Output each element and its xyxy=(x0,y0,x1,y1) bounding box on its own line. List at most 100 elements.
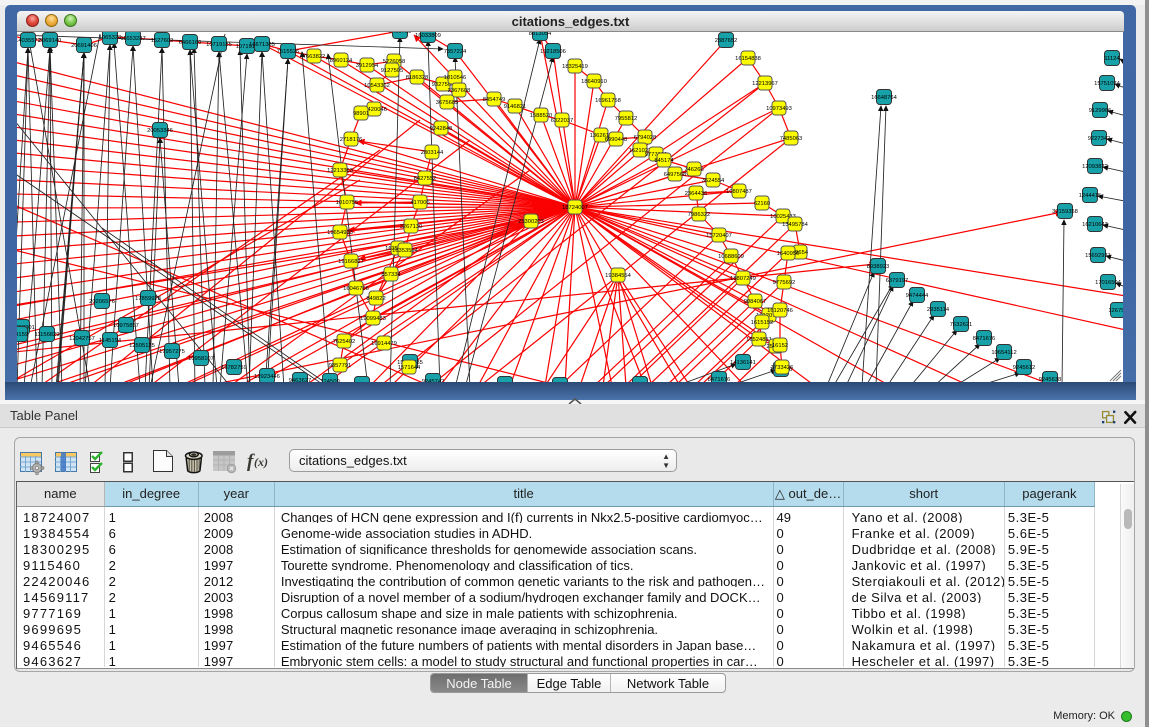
svg-text:8427552: 8427552 xyxy=(414,176,437,182)
svg-text:10958107: 10958107 xyxy=(188,356,214,362)
svg-text:2364436: 2364436 xyxy=(685,191,708,197)
svg-text:126753: 126753 xyxy=(1108,308,1123,314)
svg-text:8471676: 8471676 xyxy=(973,336,996,342)
svg-text:39159: 39159 xyxy=(17,332,28,338)
svg-text:15720407: 15720407 xyxy=(706,233,732,239)
svg-text:10543362: 10543362 xyxy=(364,83,390,89)
svg-text:7986322: 7986322 xyxy=(688,212,711,218)
svg-text:18807249: 18807249 xyxy=(730,276,756,282)
svg-text:7515526: 7515526 xyxy=(277,49,300,55)
svg-text:9857791: 9857791 xyxy=(329,363,352,369)
svg-text:10975857: 10975857 xyxy=(113,323,139,329)
svg-text:16782759: 16782759 xyxy=(221,365,247,371)
svg-text:9775692: 9775692 xyxy=(773,280,796,286)
svg-text:7485063: 7485063 xyxy=(780,136,803,142)
svg-text:746266: 746266 xyxy=(684,167,703,173)
svg-text:19099483: 19099483 xyxy=(360,316,386,322)
svg-text:16353594: 16353594 xyxy=(392,248,419,254)
svg-text:2803144: 2803144 xyxy=(421,150,444,156)
svg-text:3267130: 3267130 xyxy=(400,224,423,230)
svg-text:2935114: 2935114 xyxy=(927,307,950,313)
svg-text:19654923: 19654923 xyxy=(327,230,353,236)
svg-text:16961758: 16961758 xyxy=(595,98,621,104)
svg-text:17859928: 17859928 xyxy=(135,296,161,302)
svg-text:13495784: 13495784 xyxy=(782,222,809,228)
svg-text:2718176: 2718176 xyxy=(340,137,363,143)
svg-text:1615152: 1615152 xyxy=(751,320,774,326)
svg-text:1733426: 1733426 xyxy=(771,365,794,371)
svg-text:32159358: 32159358 xyxy=(1052,209,1078,215)
svg-text:1010755: 1010755 xyxy=(336,200,359,206)
svg-text:18640910: 18640910 xyxy=(581,79,607,85)
svg-text:15751074: 15751074 xyxy=(1094,81,1121,87)
svg-text:7357224: 7357224 xyxy=(444,49,467,55)
svg-text:25300203: 25300203 xyxy=(518,219,544,225)
svg-text:9129966: 9129966 xyxy=(1089,108,1112,114)
svg-text:12093872: 12093872 xyxy=(1082,164,1108,170)
svg-text:10973493: 10973493 xyxy=(766,106,792,112)
svg-text:12213363: 12213363 xyxy=(327,168,353,174)
svg-text:12213967: 12213967 xyxy=(752,81,778,87)
svg-text:857334: 857334 xyxy=(381,272,401,278)
svg-text:20053346: 20053346 xyxy=(147,128,173,134)
svg-text:9127505: 9127505 xyxy=(381,68,404,74)
svg-text:7663822: 7663822 xyxy=(303,54,326,60)
svg-text:1527602: 1527602 xyxy=(151,38,174,44)
svg-text:16648764: 16648764 xyxy=(871,95,898,101)
svg-text:10719185: 10719185 xyxy=(206,42,232,48)
svg-text:98901: 98901 xyxy=(353,111,369,117)
svg-text:2367608: 2367608 xyxy=(448,88,471,94)
svg-text:14136141: 14136141 xyxy=(730,360,756,366)
svg-text:9245612: 9245612 xyxy=(1013,365,1036,371)
svg-text:19166827: 19166827 xyxy=(338,259,364,265)
svg-text:10688609: 10688609 xyxy=(718,254,744,260)
svg-text:1640956: 1640956 xyxy=(777,251,800,257)
svg-text:417006: 417006 xyxy=(410,200,429,206)
svg-text:3675685: 3675685 xyxy=(436,100,459,106)
svg-text:1065328: 1065328 xyxy=(99,35,122,41)
svg-text:6497568: 6497568 xyxy=(664,172,687,178)
svg-text:6794028: 6794028 xyxy=(634,135,657,141)
svg-text:8960124: 8960124 xyxy=(330,58,353,64)
svg-text:10654112: 10654112 xyxy=(991,350,1016,356)
svg-text:15692971: 15692971 xyxy=(1085,253,1111,259)
svg-text:18325419: 18325419 xyxy=(562,64,588,70)
svg-text:9146821: 9146821 xyxy=(504,104,527,110)
svg-text:16033809: 16033809 xyxy=(415,33,441,39)
svg-text:16914479: 16914479 xyxy=(371,341,397,347)
svg-text:10807487: 10807487 xyxy=(726,189,752,195)
svg-text:16671385: 16671385 xyxy=(249,42,275,48)
svg-text:9227342: 9227342 xyxy=(1088,136,1111,142)
svg-text:12923446: 12923446 xyxy=(254,374,280,380)
svg-text:1588520: 1588520 xyxy=(530,113,553,119)
svg-text:9242848: 9242848 xyxy=(430,126,453,132)
svg-text:12042757: 12042757 xyxy=(69,336,95,342)
svg-text:7955812: 7955812 xyxy=(615,116,638,122)
svg-text:16524851: 16524851 xyxy=(746,337,772,343)
svg-text:16152: 16152 xyxy=(772,343,788,349)
svg-text:1571644: 1571644 xyxy=(398,365,421,371)
svg-text:62160: 62160 xyxy=(754,201,770,207)
svg-text:1145194: 1145194 xyxy=(99,338,122,344)
svg-text:6322037: 6322037 xyxy=(551,118,574,124)
svg-text:11653287: 11653287 xyxy=(120,36,145,42)
svg-text:20691406: 20691406 xyxy=(71,43,97,49)
svg-text:6466160: 6466160 xyxy=(179,40,202,46)
svg-text:9474444: 9474444 xyxy=(906,293,929,299)
svg-text:3069140: 3069140 xyxy=(39,38,62,44)
svg-text:9460750: 9460750 xyxy=(389,32,412,35)
svg-text:(x): (x) xyxy=(254,455,268,469)
svg-text:19384554: 19384554 xyxy=(605,273,632,279)
svg-text:17016504: 17016504 xyxy=(1095,280,1122,286)
svg-text:20206576: 20206576 xyxy=(89,299,115,305)
svg-text:16046766: 16046766 xyxy=(343,286,369,292)
svg-text:8186328: 8186328 xyxy=(406,75,429,81)
svg-text:1810546: 1810546 xyxy=(444,75,467,81)
svg-text:12505135: 12505135 xyxy=(129,343,155,349)
svg-text:16120746: 16120746 xyxy=(767,308,793,314)
svg-text:849822: 849822 xyxy=(366,296,385,302)
svg-text:7632621: 7632621 xyxy=(950,322,973,328)
svg-text:1244415: 1244415 xyxy=(1079,193,1102,199)
svg-text:6990448: 6990448 xyxy=(605,137,628,143)
svg-text:8938923: 8938923 xyxy=(867,264,890,270)
